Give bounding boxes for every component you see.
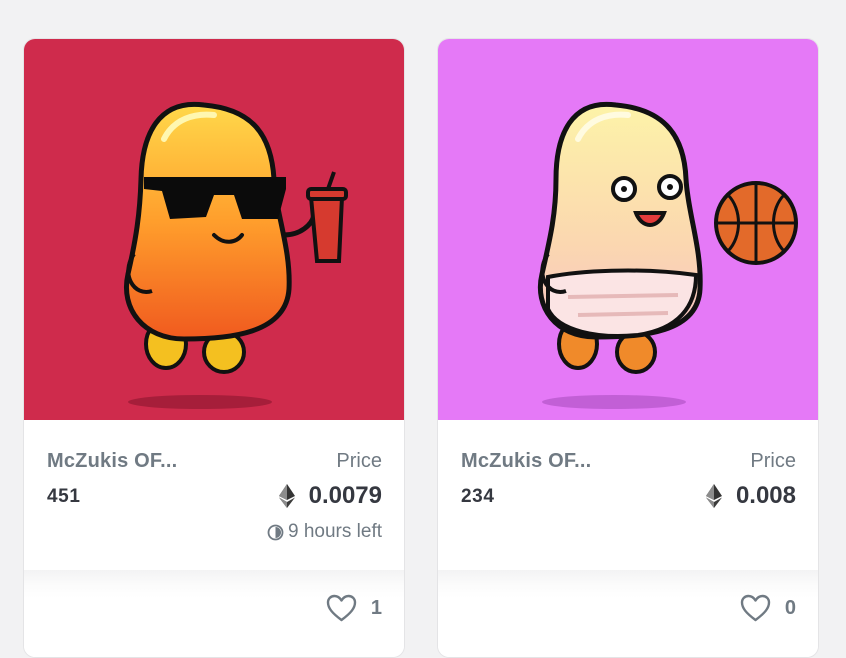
favorite-button[interactable]: 1 xyxy=(326,594,382,622)
price-value: 0.008 xyxy=(735,482,796,509)
time-left-label: 9 hours left xyxy=(288,521,382,542)
price-label: Price xyxy=(750,450,796,472)
card-footer: 0 xyxy=(438,570,818,657)
bean-character-sunglasses-illustration xyxy=(24,39,404,420)
collection-name[interactable]: McZukis OF... xyxy=(461,450,591,473)
nft-info: McZukis OF... Price 451 0.0079 9 hours l… xyxy=(24,420,404,570)
nft-info: McZukis OF... Price 234 0.008 xyxy=(438,420,818,570)
favorite-button[interactable]: 0 xyxy=(740,594,796,622)
price-label: Price xyxy=(336,450,382,472)
nft-image[interactable] xyxy=(438,39,818,420)
heart-icon[interactable] xyxy=(326,594,357,622)
token-id[interactable]: 451 xyxy=(47,486,81,508)
collection-name[interactable]: McZukis OF... xyxy=(47,450,177,473)
heart-icon[interactable] xyxy=(740,594,771,622)
ethereum-icon xyxy=(278,484,295,508)
likes-count: 0 xyxy=(784,596,796,619)
nft-image[interactable] xyxy=(24,39,404,420)
bean-character-basketball-illustration xyxy=(438,39,818,420)
nft-card[interactable]: McZukis OF... Price 234 0.008 0 xyxy=(437,38,819,658)
clock-icon xyxy=(267,524,284,540)
nft-card[interactable]: McZukis OF... Price 451 0.0079 9 hours l… xyxy=(23,38,405,658)
time-left: 9 hours left xyxy=(267,521,382,543)
likes-count: 1 xyxy=(370,596,382,619)
price-value: 0.0079 xyxy=(308,482,382,509)
card-footer: 1 xyxy=(24,570,404,657)
ethereum-icon xyxy=(705,484,722,508)
price: 0.008 xyxy=(705,482,796,510)
price: 0.0079 xyxy=(278,482,382,510)
token-id[interactable]: 234 xyxy=(461,486,495,508)
